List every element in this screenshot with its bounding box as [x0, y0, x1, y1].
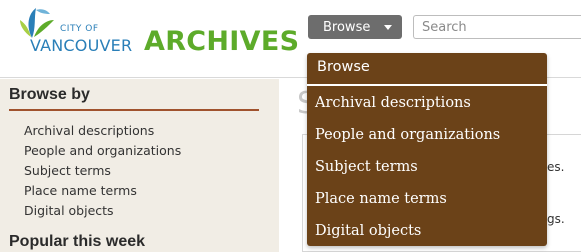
- browse-by-list: Archival descriptions People and organiz…: [24, 122, 181, 222]
- browse-button-label: Browse: [323, 19, 371, 35]
- browse-dropdown-list: Archival descriptions People and organiz…: [307, 87, 547, 247]
- city-of-vancouver-archives-logo[interactable]: CITY OF VANCOUVER ARCHIVES: [14, 4, 299, 68]
- browse-menu-button[interactable]: Browse: [308, 15, 402, 39]
- sidebar-item-archival-descriptions[interactable]: Archival descriptions: [24, 122, 181, 142]
- dropdown-item-archival-descriptions[interactable]: Archival descriptions: [307, 87, 547, 119]
- dropdown-item-subject-terms[interactable]: Subject terms: [307, 151, 547, 183]
- main-text-fragment: gs.: [547, 212, 565, 226]
- sidebar-item-place-name-terms[interactable]: Place name terms: [24, 182, 181, 202]
- sidebar: Browse by Archival descriptions People a…: [0, 79, 279, 252]
- dropdown-divider: [307, 84, 547, 86]
- logo-vancouver-text: VANCOUVER: [30, 36, 133, 55]
- browse-dropdown-header: Browse: [317, 59, 370, 75]
- sidebar-item-subject-terms[interactable]: Subject terms: [24, 162, 181, 182]
- browse-by-heading: Browse by: [9, 86, 90, 103]
- logo-archives-text: ARCHIVES: [144, 26, 300, 57]
- browse-by-divider: [9, 109, 259, 111]
- sidebar-item-digital-objects[interactable]: Digital objects: [24, 202, 181, 222]
- caret-down-icon: [384, 25, 392, 30]
- popular-this-week-heading: Popular this week: [9, 233, 146, 250]
- logo-city-of-text: CITY OF: [60, 24, 99, 34]
- search-input[interactable]: [413, 15, 581, 39]
- main-text-fragment: es.: [547, 160, 565, 174]
- dropdown-item-place-name-terms[interactable]: Place name terms: [307, 183, 547, 215]
- dropdown-item-digital-objects[interactable]: Digital objects: [307, 215, 547, 247]
- dropdown-item-people-and-organizations[interactable]: People and organizations: [307, 119, 547, 151]
- browse-dropdown-menu: Browse Archival descriptions People and …: [307, 53, 547, 246]
- sidebar-item-people-and-organizations[interactable]: People and organizations: [24, 142, 181, 162]
